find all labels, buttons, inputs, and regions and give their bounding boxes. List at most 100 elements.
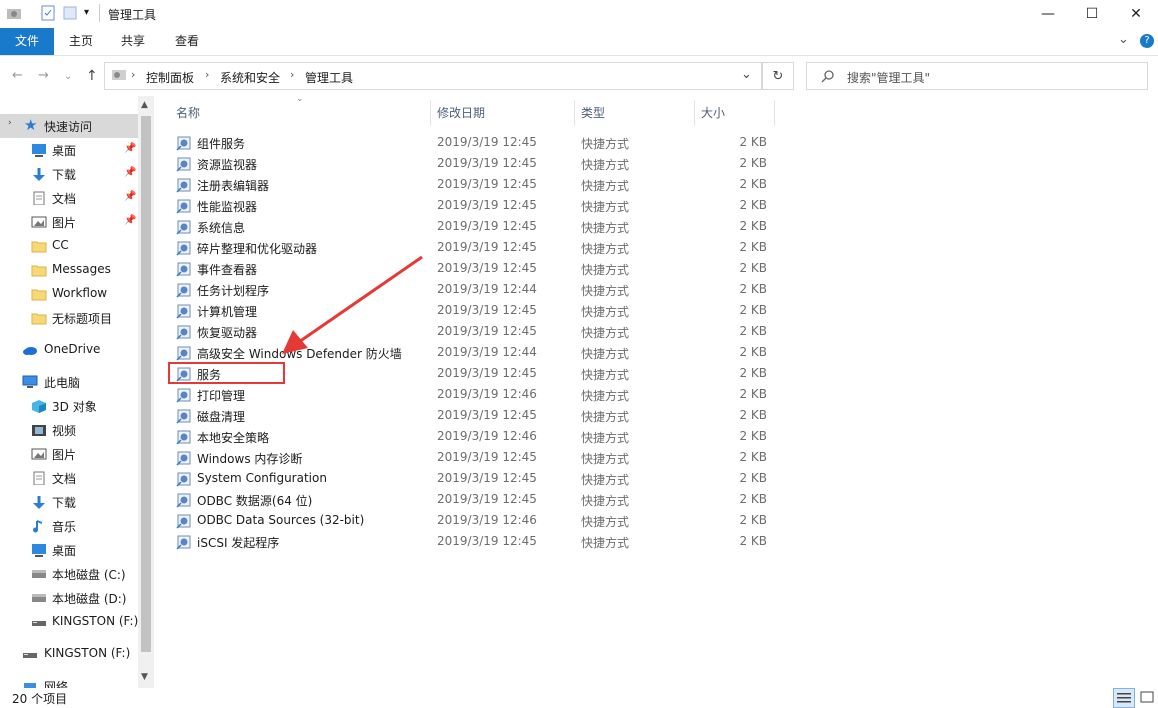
sidebar-item-pc-8[interactable]: 本地磁盘 (D:) [0, 586, 138, 610]
address-dropdown-icon[interactable]: ⌄ [741, 67, 752, 82]
table-row[interactable]: 磁盘清理 2019/3/19 12:45 快捷方式 2 KB [172, 405, 772, 426]
table-row[interactable]: 打印管理 2019/3/19 12:46 快捷方式 2 KB [172, 384, 772, 405]
column-divider[interactable] [430, 100, 431, 126]
breadcrumb-control-panel[interactable]: 控制面板 [146, 69, 194, 86]
file-name: ODBC 数据源(64 位) [197, 494, 313, 508]
ribbon-expand-icon[interactable]: ⌄ [1118, 32, 1129, 47]
table-row[interactable]: 本地安全策略 2019/3/19 12:46 快捷方式 2 KB [172, 426, 772, 447]
table-row[interactable]: 资源监视器 2019/3/19 12:45 快捷方式 2 KB [172, 153, 772, 174]
scroll-up-icon[interactable]: ▲ [141, 100, 148, 110]
help-icon[interactable]: ? [1140, 34, 1154, 48]
sidebar-item-pc-1[interactable]: 视频 [0, 418, 138, 442]
customize-toolbar-icon[interactable]: ▾ [84, 7, 89, 18]
pin-icon[interactable]: 📌 [124, 167, 136, 178]
refresh-button[interactable]: ↻ [762, 62, 794, 90]
column-divider[interactable] [774, 100, 775, 126]
chevron-down-icon[interactable]: › [8, 118, 12, 128]
sidebar-item-quick-access[interactable]: › ★ 快速访问 [0, 114, 138, 138]
table-row[interactable]: 性能监视器 2019/3/19 12:45 快捷方式 2 KB [172, 195, 772, 216]
up-button[interactable]: ↑ [86, 68, 98, 84]
maximize-button[interactable]: ☐ [1069, 0, 1115, 28]
address-bar[interactable]: › 控制面板 › 系统和安全 › 管理工具 ⌄ [104, 62, 762, 90]
sidebar-item-pc-4[interactable]: 下载 [0, 490, 138, 514]
sidebar-item-pc-3[interactable]: 文档 [0, 466, 138, 490]
sidebar-item-quick-3[interactable]: 图片 📌 [0, 210, 138, 234]
sidebar-item-quick-2[interactable]: 文档 📌 [0, 186, 138, 210]
file-name: 注册表编辑器 [197, 179, 270, 193]
pin-icon[interactable]: 📌 [124, 143, 136, 154]
sidebar-item-kingston-root[interactable]: KINGSTON (F:) [0, 642, 138, 666]
sidebar-item-onedrive[interactable]: OneDrive [0, 338, 138, 362]
sidebar-scrollbar-thumb[interactable] [141, 116, 151, 652]
large-icons-view-button[interactable] [1137, 688, 1157, 706]
recent-locations-button[interactable]: ⌄ [64, 71, 72, 82]
table-row[interactable]: ODBC Data Sources (32-bit) 2019/3/19 12:4… [172, 510, 772, 531]
sidebar-item-quick-4[interactable]: CC [0, 234, 138, 258]
breadcrumb-admin-tools[interactable]: 管理工具 [305, 69, 353, 86]
column-header-type[interactable]: 类型 [581, 100, 681, 126]
new-folder-icon[interactable] [62, 5, 78, 21]
scroll-down-icon[interactable]: ▼ [141, 672, 148, 682]
document-icon [33, 191, 45, 205]
shortcut-icon [176, 409, 191, 424]
sidebar-item-pc-7[interactable]: 本地磁盘 (C:) [0, 562, 138, 586]
folder-gear-icon[interactable] [6, 5, 22, 21]
minimize-button[interactable]: — [1025, 0, 1071, 28]
large-icons-view-icon [1140, 691, 1154, 703]
breadcrumb-separator[interactable]: › [205, 68, 209, 81]
usb-drive-icon [32, 621, 46, 626]
table-row[interactable]: 任务计划程序 2019/3/19 12:44 快捷方式 2 KB [172, 279, 772, 300]
sidebar-item-pc-9[interactable]: KINGSTON (F:) [0, 610, 138, 634]
tab-home[interactable]: 主页 [58, 28, 104, 55]
column-header-date[interactable]: 修改日期 [437, 100, 567, 126]
tab-file[interactable]: 文件 [0, 28, 54, 55]
table-row[interactable]: Windows 内存诊断 2019/3/19 12:45 快捷方式 2 KB [172, 447, 772, 468]
file-size: 2 KB [739, 324, 767, 338]
table-row[interactable]: 恢复驱动器 2019/3/19 12:45 快捷方式 2 KB [172, 321, 772, 342]
column-divider[interactable] [694, 100, 695, 126]
table-row[interactable]: 碎片整理和优化驱动器 2019/3/19 12:45 快捷方式 2 KB [172, 237, 772, 258]
title-bar: ▾ 管理工具 — ☐ ✕ [0, 0, 1158, 28]
table-row[interactable]: iSCSI 发起程序 2019/3/19 12:45 快捷方式 2 KB [172, 531, 772, 552]
table-row[interactable]: System Configuration 2019/3/19 12:45 快捷方式 2… [172, 468, 772, 489]
table-row[interactable]: 计算机管理 2019/3/19 12:45 快捷方式 2 KB [172, 300, 772, 321]
sidebar-item-pc-2[interactable]: 图片 [0, 442, 138, 466]
sidebar-item-quick-0[interactable]: 桌面 📌 [0, 138, 138, 162]
sidebar-item-quick-6[interactable]: Workflow [0, 282, 138, 306]
pin-icon[interactable]: 📌 [124, 191, 136, 202]
properties-icon[interactable] [40, 5, 56, 21]
table-row[interactable]: 组件服务 2019/3/19 12:45 快捷方式 2 KB [172, 132, 772, 153]
sidebar-item-network[interactable]: 网络 [0, 674, 138, 688]
star-icon: ★ [24, 116, 38, 134]
search-box[interactable]: 搜索"管理工具" [806, 62, 1148, 90]
details-view-button[interactable] [1113, 688, 1135, 708]
table-row[interactable]: 注册表编辑器 2019/3/19 12:45 快捷方式 2 KB [172, 174, 772, 195]
column-divider[interactable] [574, 100, 575, 126]
close-button[interactable]: ✕ [1113, 0, 1158, 28]
sidebar-item-quick-7[interactable]: 无标题项目 [0, 306, 138, 330]
column-header-name[interactable]: 名称 [176, 100, 426, 126]
table-row[interactable]: ODBC 数据源(64 位) 2019/3/19 12:45 快捷方式 2 KB [172, 489, 772, 510]
file-date: 2019/3/19 12:45 [437, 324, 537, 338]
table-row[interactable]: 事件查看器 2019/3/19 12:45 快捷方式 2 KB [172, 258, 772, 279]
tab-view[interactable]: 查看 [164, 28, 210, 55]
sidebar-item-this-pc[interactable]: 此电脑 [0, 370, 138, 394]
forward-button[interactable]: → [38, 68, 49, 83]
back-button[interactable]: ← [12, 68, 23, 83]
sidebar-item-label: 文档 [52, 192, 77, 206]
sidebar-item-pc-0[interactable]: 3D 对象 [0, 394, 138, 418]
file-type: 快捷方式 [581, 137, 630, 151]
network-icon [24, 683, 36, 688]
sidebar-item-pc-6[interactable]: 桌面 [0, 538, 138, 562]
column-header-size[interactable]: 大小 [701, 100, 771, 126]
tab-share[interactable]: 共享 [110, 28, 156, 55]
breadcrumb-separator[interactable]: › [290, 68, 294, 81]
pin-icon[interactable]: 📌 [124, 215, 136, 226]
sidebar-item-pc-5[interactable]: 音乐 [0, 514, 138, 538]
breadcrumb-system-security[interactable]: 系统和安全 [220, 69, 280, 86]
table-row[interactable]: 高级安全 Windows Defender 防火墙 2019/3/19 12:44… [172, 342, 772, 363]
annotation-highlight-box [168, 362, 285, 384]
table-row[interactable]: 系统信息 2019/3/19 12:45 快捷方式 2 KB [172, 216, 772, 237]
sidebar-item-quick-1[interactable]: 下载 📌 [0, 162, 138, 186]
sidebar-item-quick-5[interactable]: Messages [0, 258, 138, 282]
